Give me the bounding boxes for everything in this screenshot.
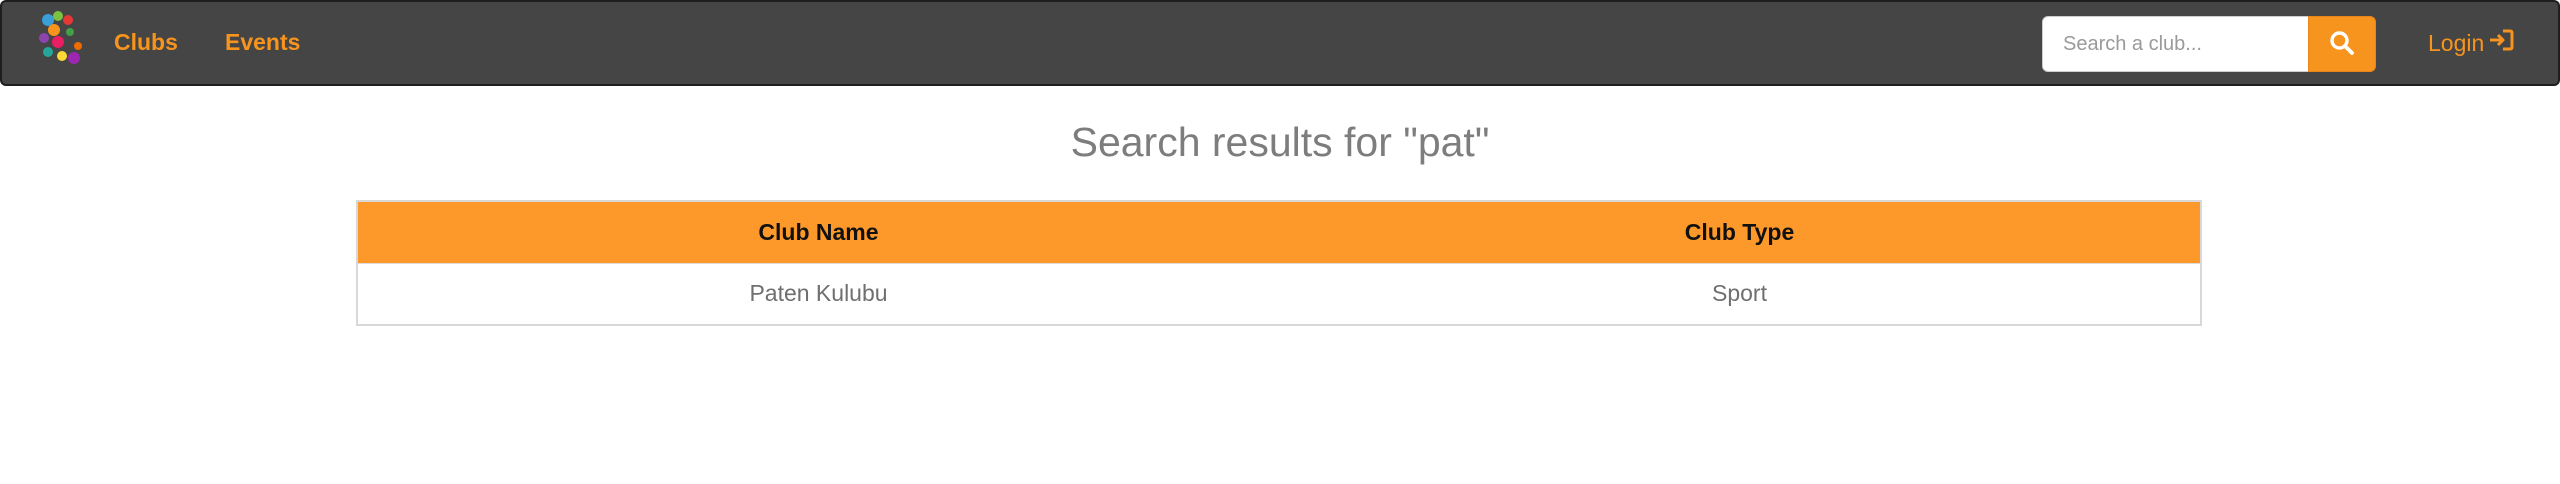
page-title: Search results for "pat"	[1070, 119, 1490, 165]
login-label: Login	[2428, 30, 2485, 56]
brand-logo-icon[interactable]	[34, 8, 88, 68]
table-row[interactable]: Paten Kulubu Sport	[357, 263, 2201, 325]
top-navbar: Clubs Events Login	[0, 0, 2560, 86]
table-body: Paten Kulubu Sport	[357, 263, 2201, 325]
sign-in-icon	[2488, 28, 2514, 58]
club-name-cell[interactable]: Paten Kulubu	[357, 263, 1279, 325]
search-button[interactable]	[2308, 16, 2376, 72]
search-results-table: Club Name Club Type Paten Kulubu Sport	[356, 200, 2202, 326]
column-header-club-name: Club Name	[758, 218, 879, 245]
search-icon	[2329, 30, 2355, 59]
club-type-cell: Sport	[1712, 280, 1767, 307]
nav-events-link[interactable]: Events	[225, 28, 300, 56]
table-header-row: Club Name Club Type	[357, 201, 2201, 263]
nav-clubs-link[interactable]: Clubs	[114, 28, 178, 56]
login-link[interactable]: Login	[2428, 28, 2514, 58]
column-header-club-type: Club Type	[1684, 218, 1795, 245]
table-header: Club Name Club Type	[357, 201, 2201, 263]
club-search-input[interactable]	[2042, 16, 2310, 72]
